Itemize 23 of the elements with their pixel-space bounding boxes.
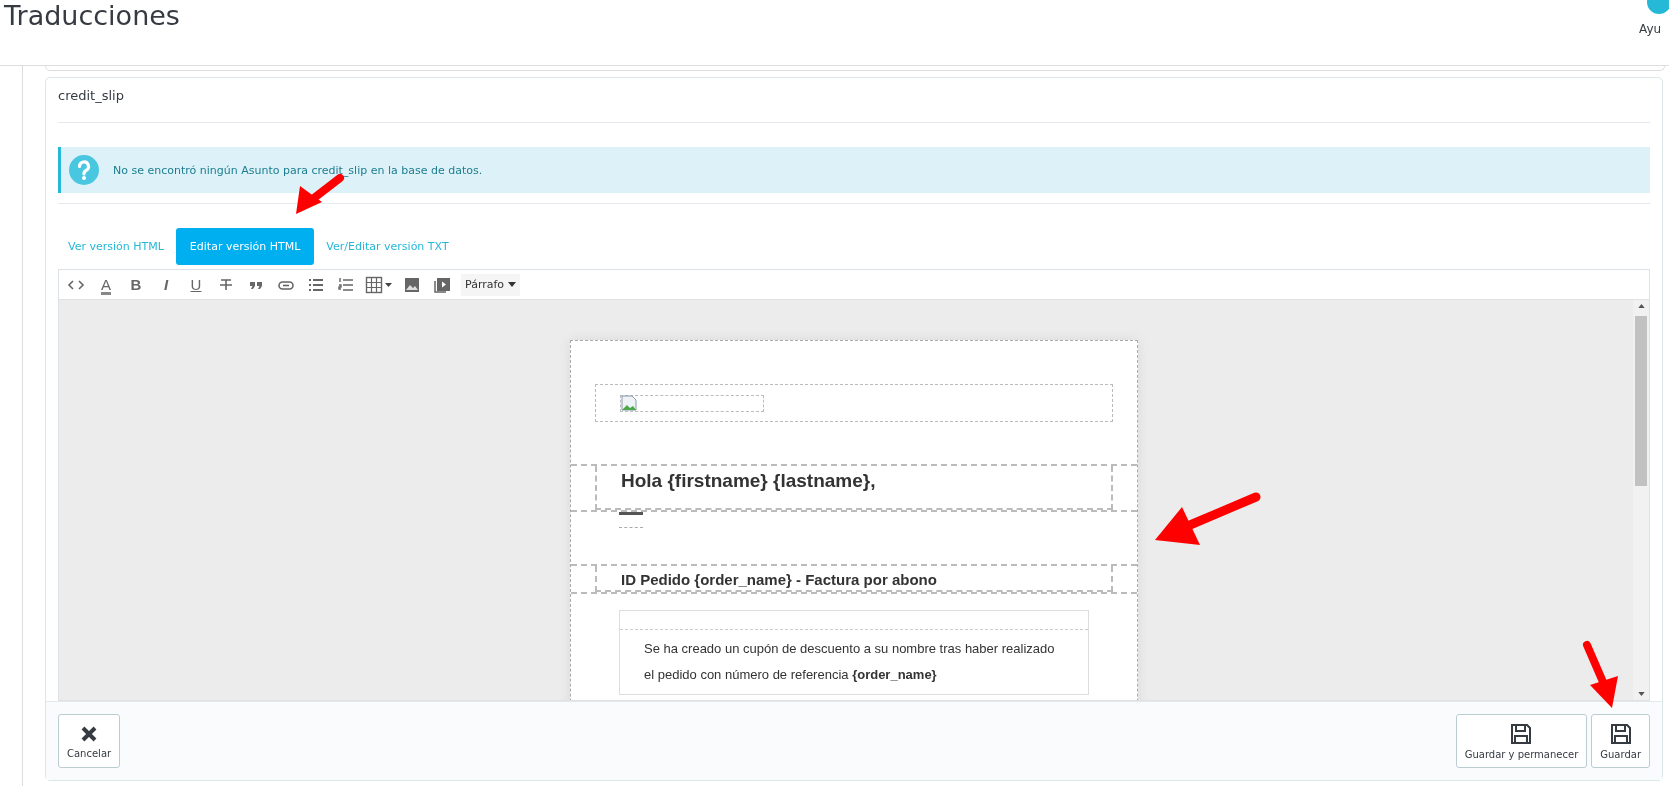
underline-button[interactable]: U (185, 273, 207, 296)
question-icon (69, 155, 99, 185)
bold-button[interactable]: B (125, 273, 147, 296)
scroll-down-icon[interactable] (1637, 692, 1645, 696)
caret-icon (508, 282, 517, 287)
scroll-up-icon[interactable] (1637, 304, 1645, 308)
broken-image-icon (621, 395, 637, 411)
font-color-button[interactable]: A (95, 273, 117, 296)
card-title: credit_slip (58, 87, 125, 105)
alert-message: No se encontró ningún Asunto para credit_slip en la base de datos. (113, 163, 483, 177)
greeting-heading: Hola {firstname} {lastname}, (595, 466, 1113, 510)
help-link[interactable]: Ayu (1639, 0, 1669, 65)
separator-line (619, 512, 643, 528)
paragraph-format-dropdown[interactable]: Párrafo (461, 273, 521, 296)
order-heading: ID Pedido {order_name} - Factura por abono (595, 566, 1113, 592)
body-paragraph: Se ha creado un cupón de descuento a su nombre tras haber realizado el pedido con número de referencia {order_name} (644, 640, 1056, 684)
annotation-arrow (1583, 641, 1618, 708)
save-button[interactable]: Guardar (1591, 714, 1650, 768)
scrollbar[interactable] (1633, 300, 1649, 700)
save-button[interactable]: Guardar y permanecer (1455, 714, 1588, 768)
cancel-button[interactable]: Cancelar (58, 714, 121, 768)
italic-button[interactable]: I (155, 273, 177, 296)
page-title: Traducciones (3, 0, 180, 33)
